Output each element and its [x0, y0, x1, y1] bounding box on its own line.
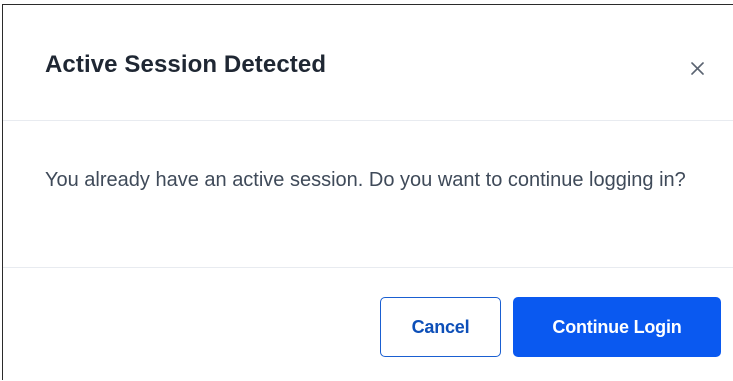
- continue-login-button[interactable]: Continue Login: [513, 297, 721, 357]
- dialog-footer: Cancel Continue Login: [3, 269, 733, 381]
- dialog-header: Active Session Detected: [3, 5, 733, 121]
- dialog-title: Active Session Detected: [45, 51, 327, 78]
- close-button[interactable]: [683, 51, 711, 79]
- close-icon: [690, 62, 704, 75]
- session-dialog: Active Session Detected You already have…: [2, 4, 733, 380]
- dialog-message: You already have an active session. Do y…: [45, 169, 686, 191]
- cancel-button[interactable]: Cancel: [380, 297, 501, 357]
- dialog-body: You already have an active session. Do y…: [3, 122, 733, 268]
